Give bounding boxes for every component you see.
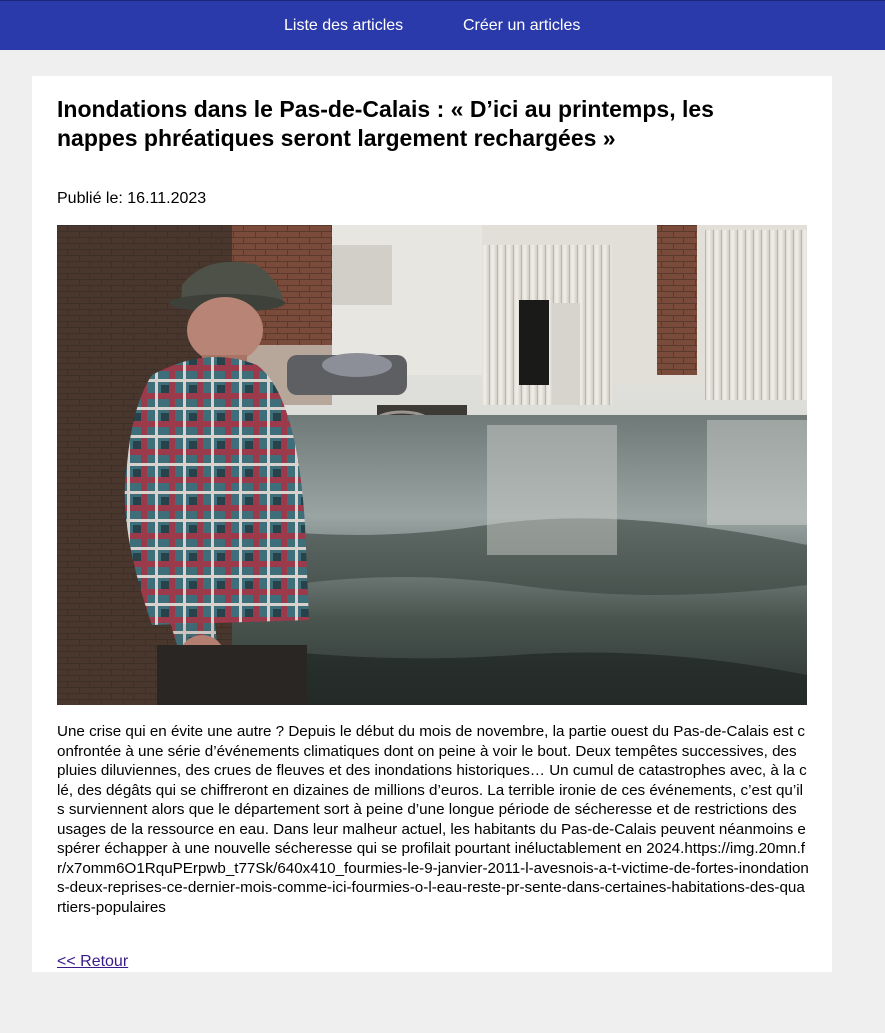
nav-link-create-article[interactable]: Créer un articles xyxy=(463,17,580,35)
back-link[interactable]: << Retour xyxy=(57,953,128,971)
nav-link-article-list[interactable]: Liste des articles xyxy=(284,17,403,35)
top-navigation-bar: Liste des articles Créer un articles xyxy=(0,0,885,50)
article-card: Inondations dans le Pas-de-Calais : « D’… xyxy=(32,76,832,972)
article-body: Une crise qui en évite une autre ? Depui… xyxy=(57,723,809,916)
article-title: Inondations dans le Pas-de-Calais : « D’… xyxy=(57,96,714,151)
article-photo xyxy=(57,225,807,705)
publish-date: Publié le: 16.11.2023 xyxy=(57,190,207,207)
